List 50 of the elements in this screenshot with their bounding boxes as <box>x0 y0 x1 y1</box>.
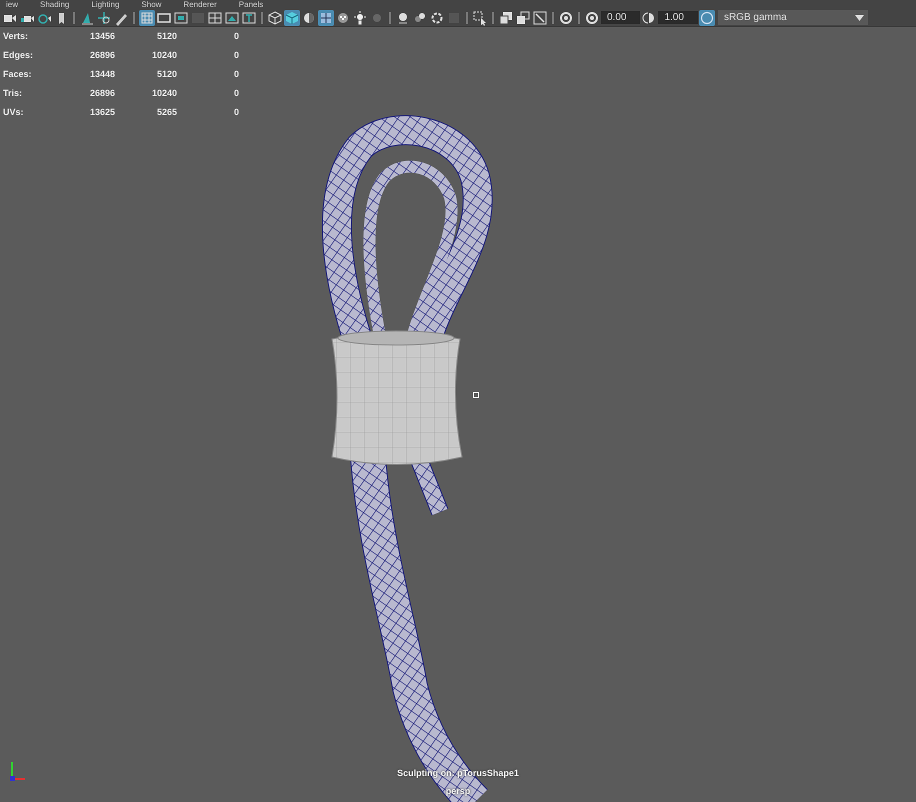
stat-label: Tris: <box>3 87 24 100</box>
stat-label: Verts: <box>3 30 30 43</box>
stat-value: 0 <box>232 87 239 100</box>
stat-value: 5120 <box>156 68 177 81</box>
stat-value: 5265 <box>156 106 177 119</box>
windows-icon[interactable] <box>515 10 531 26</box>
stat-value: 13625 <box>88 106 115 119</box>
frame-icon[interactable] <box>207 10 223 26</box>
view-transform-dropdown[interactable]: sRGB gamma <box>718 10 868 25</box>
stat-label: Edges: <box>3 49 34 62</box>
stat-label: Faces: <box>3 68 33 81</box>
menu-item[interactable]: Panels <box>238 0 264 9</box>
cube-icon[interactable] <box>284 10 300 26</box>
caret-icon <box>854 14 864 20</box>
stat-value: 13448 <box>88 68 115 81</box>
crosshair-icon[interactable] <box>96 10 112 26</box>
menu-item[interactable]: iew <box>6 0 18 9</box>
color-management-toggle-icon[interactable] <box>698 10 715 26</box>
menu-item[interactable]: Shading <box>40 0 70 9</box>
menu-item[interactable]: Renderer <box>183 0 217 9</box>
stat-value: 0 <box>232 68 239 81</box>
windows-icon[interactable] <box>498 10 514 26</box>
stat-value: 26896 <box>88 87 115 100</box>
pivot-icon[interactable] <box>473 392 479 398</box>
select-icon[interactable] <box>472 10 488 26</box>
aperture-icon[interactable] <box>558 10 574 26</box>
wireframe-icon[interactable] <box>318 10 334 26</box>
ring-icon[interactable] <box>429 10 445 26</box>
frame-icon[interactable] <box>173 10 189 26</box>
light-bulb-icon[interactable] <box>352 10 368 26</box>
stat-value: 13456 <box>88 30 115 43</box>
menu-item[interactable]: Lighting <box>91 0 120 9</box>
stat-value: 0 <box>232 49 239 62</box>
stat-value: 0 <box>232 106 239 119</box>
box-icon[interactable] <box>532 10 548 26</box>
stat-value: 10240 <box>150 49 177 62</box>
gamma-field[interactable]: 1.00 <box>658 11 698 24</box>
axis-icon <box>8 759 28 783</box>
stat-value: 10240 <box>150 87 177 100</box>
stat-value: 26896 <box>88 49 115 62</box>
frame-icon[interactable] <box>224 10 240 26</box>
stat-value: 0 <box>232 30 239 43</box>
stat-value: 5120 <box>156 30 177 43</box>
exposure-field[interactable]: 0.00 <box>601 11 640 24</box>
cube-icon[interactable] <box>267 10 283 26</box>
grid-icon[interactable] <box>139 10 155 26</box>
exposure-icon[interactable] <box>584 10 600 26</box>
frame-icon[interactable] <box>241 10 257 26</box>
stat-label: UVs: <box>3 106 25 119</box>
menu-item[interactable]: Show <box>141 0 162 9</box>
